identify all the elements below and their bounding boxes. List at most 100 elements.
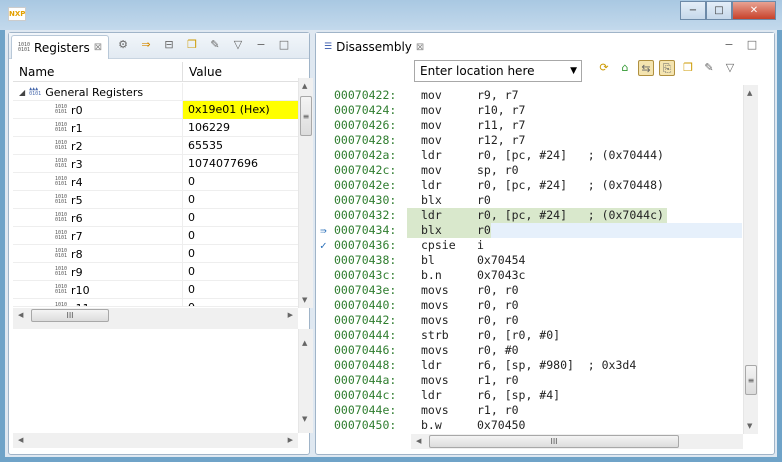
register-row[interactable]: 10100101r11 0 (13, 299, 299, 307)
address: 0007043c: (334, 268, 397, 282)
register-value[interactable]: 65535 (183, 137, 299, 155)
details-horizontal-scrollbar[interactable]: ◀ ▶ (13, 433, 298, 448)
address: 00070444: (334, 328, 397, 342)
close-tab-icon[interactable]: ⊠ (94, 42, 102, 53)
maximize-button[interactable]: □ (706, 1, 732, 20)
register-row[interactable]: 1010 0101 r10 0 (13, 281, 299, 299)
register-row[interactable]: 1010 0101 r6 0 (13, 209, 299, 227)
register-value[interactable]: 0 (183, 245, 299, 263)
disassembly-line[interactable]: 0007043c: b.n 0x7043c (316, 268, 742, 283)
pin-view-icon[interactable]: ✎ (207, 37, 223, 53)
disassembly-line[interactable]: 0007042c: mov sp, r0 (316, 163, 742, 178)
show-source-icon[interactable]: ⎘ (659, 60, 675, 76)
mnemonic: mov (421, 118, 442, 132)
refresh-icon[interactable]: ⟳ (596, 60, 612, 76)
minimize-view-icon[interactable]: − (721, 37, 737, 53)
register-value[interactable]: 0 (183, 209, 299, 227)
register-row[interactable]: 1010 0101 r7 0 (13, 227, 299, 245)
disassembly-line[interactable]: 0007044c: ldr r6, [sp, #4] (316, 388, 742, 403)
minimize-view-icon[interactable]: − (253, 37, 269, 53)
add-register-group-icon[interactable]: ⚙ (115, 37, 131, 53)
pin-view-icon[interactable]: ✎ (701, 60, 717, 76)
collapse-all-icon[interactable]: ⊟ (161, 37, 177, 53)
scroll-thumb[interactable]: III (31, 309, 109, 322)
register-value[interactable]: 1074077696 (183, 155, 299, 173)
register-name: r4 (71, 175, 83, 189)
close-button[interactable]: ✕ (732, 1, 776, 20)
operands: r1, r0 (477, 373, 519, 387)
register-name: r9 (71, 265, 83, 279)
disassembly-line[interactable]: 00070428: mov r12, r7 (316, 133, 742, 148)
column-value[interactable]: Value (183, 62, 222, 81)
home-icon[interactable]: ⌂ (617, 60, 633, 76)
disassembly-line[interactable]: ⇛ 00070434: blx r0 (316, 223, 742, 238)
tab-disassembly[interactable]: ☰ Disassembly ⊠ (318, 35, 430, 59)
scroll-thumb[interactable]: ≡ (300, 96, 312, 136)
disassembly-line[interactable]: 00070432: ldr r0, [pc, #24] ; (0x7044c) (316, 208, 742, 223)
disassembly-line[interactable]: 00070444: strb r0, [r0, #0] (316, 328, 742, 343)
register-row[interactable]: 1010 0101 r5 0 (13, 191, 299, 209)
disassembly-line[interactable]: 0007043e: movs r0, r0 (316, 283, 742, 298)
disassembly-line[interactable]: 00070430: blx r0 (316, 193, 742, 208)
disassembly-code-area[interactable]: 00070422: mov r9, r7 00070424: mov r10, r7 000… (316, 85, 742, 434)
window-titlebar: NXP − □ ✕ (0, 0, 782, 30)
register-row[interactable]: 1010 0101 r3 1074077696 (13, 155, 299, 173)
register-group-row[interactable]: ◢ ▲▲▲ 0101 General Registers (13, 83, 299, 101)
register-row[interactable]: 1010 0101 r4 0 (13, 173, 299, 191)
column-name[interactable]: Name (13, 62, 183, 81)
edit-register-group-icon[interactable]: ⇒ (138, 37, 154, 53)
disassembly-line[interactable]: 00070442: movs r0, r0 (316, 313, 742, 328)
details-vertical-scrollbar[interactable]: ▲ ▼ (298, 329, 313, 433)
register-value[interactable]: 0 (183, 281, 299, 299)
details-sash[interactable] (13, 323, 298, 329)
scroll-thumb[interactable]: ≡ (745, 365, 757, 395)
location-input[interactable]: Enter location here (420, 64, 535, 78)
view-menu-icon[interactable]: ▽ (722, 60, 738, 76)
disassembly-line[interactable]: 00070448: ldr r6, [sp, #980] ; 0x3d4 (316, 358, 742, 373)
tab-registers[interactable]: 1010 0101 Registers ⊠ (11, 35, 110, 59)
register-row[interactable]: 1010 0101 r0 0x19e01 (Hex) (13, 101, 299, 119)
disassembly-horizontal-scrollbar[interactable]: ◀ III (411, 434, 743, 449)
close-tab-icon[interactable]: ⊠ (416, 42, 424, 53)
disassembly-line[interactable]: 00070450: b.w 0x70450 (316, 418, 742, 433)
disassembly-line[interactable]: 00070446: movs r0, #0 (316, 343, 742, 358)
disassembly-line[interactable]: 0007042a: ldr r0, [pc, #24] ; (0x70444) (316, 148, 742, 163)
disassembly-line[interactable]: 0007044a: movs r1, r0 (316, 373, 742, 388)
register-value[interactable]: 0 (183, 263, 299, 281)
register-value[interactable]: 106229 (183, 119, 299, 137)
maximize-view-icon[interactable]: □ (744, 37, 760, 53)
register-value[interactable]: 0 (183, 173, 299, 191)
disassembly-vertical-scrollbar[interactable]: ▲ ≡ ▼ (743, 85, 758, 434)
disassembly-line[interactable]: 00070426: mov r11, r7 (316, 118, 742, 133)
register-value[interactable]: 0 (183, 191, 299, 209)
register-value[interactable]: 0 (183, 227, 299, 245)
register-row[interactable]: 1010 0101 r1 106229 (13, 119, 299, 137)
mnemonic: bl (421, 253, 435, 267)
disassembly-line[interactable]: 00070424: mov r10, r7 (316, 103, 742, 118)
disassembly-line[interactable]: 00070438: bl 0x70454 (316, 253, 742, 268)
disassembly-line[interactable]: 00070440: movs r0, r0 (316, 298, 742, 313)
address: 00070450: (334, 418, 397, 432)
disassembly-line[interactable]: 00070422: mov r9, r7 (316, 88, 742, 103)
mnemonic: ldr (421, 178, 442, 192)
disassembly-line[interactable]: ✓ 00070436: cpsie i (316, 238, 742, 253)
maximize-view-icon[interactable]: □ (276, 37, 292, 53)
registers-vertical-scrollbar[interactable]: ▲ ≡ ▼ (298, 78, 313, 308)
link-with-editor-icon[interactable]: ⇆ (638, 60, 654, 76)
expand-arrow-icon[interactable]: ◢ (19, 88, 25, 97)
disassembly-line[interactable]: 0007042e: ldr r0, [pc, #24] ; (0x70448) (316, 178, 742, 193)
register-value[interactable]: 0 (183, 299, 299, 306)
location-combo[interactable]: Enter location here ▼ (414, 60, 582, 82)
disassembly-line[interactable]: 0007044e: movs r1, r0 (316, 403, 742, 418)
minimize-button[interactable]: − (680, 1, 706, 20)
view-menu-icon[interactable]: ▽ (230, 37, 246, 53)
registers-horizontal-scrollbar[interactable]: ◀ III ▶ (13, 308, 298, 323)
register-row[interactable]: 1010 0101 r9 0 (13, 263, 299, 281)
new-view-icon[interactable]: ❐ (680, 60, 696, 76)
register-value[interactable]: 0x19e01 (Hex) (183, 101, 299, 119)
register-row[interactable]: 1010 0101 r2 65535 (13, 137, 299, 155)
new-view-icon[interactable]: ❐ (184, 37, 200, 53)
chevron-down-icon[interactable]: ▼ (570, 61, 577, 81)
scroll-thumb[interactable]: III (429, 435, 679, 448)
register-row[interactable]: 1010 0101 r8 0 (13, 245, 299, 263)
